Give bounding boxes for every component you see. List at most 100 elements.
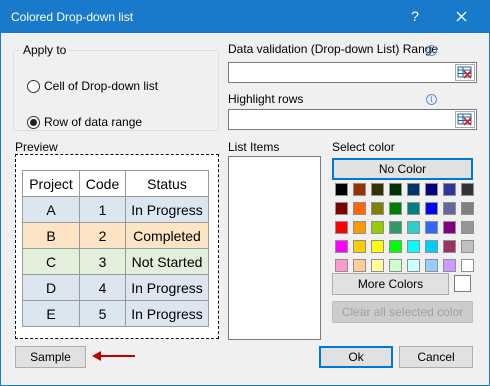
highlight-rows-select-button[interactable] bbox=[455, 111, 475, 128]
radio-cell-label: Cell of Drop-down list bbox=[44, 79, 159, 93]
validation-range-input[interactable] bbox=[228, 62, 477, 83]
color-swatch[interactable] bbox=[461, 202, 474, 215]
title-bar: Colored Drop-down list ? bbox=[1, 1, 489, 33]
color-swatch[interactable] bbox=[335, 240, 348, 253]
highlight-rows-label: Highlight rows bbox=[228, 92, 304, 106]
table-row: E 5 In Progress bbox=[22, 300, 209, 327]
validation-range-label: Data validation (Drop-down List) Range bbox=[228, 42, 439, 56]
color-swatch[interactable] bbox=[407, 240, 420, 253]
color-swatch[interactable] bbox=[371, 202, 384, 215]
color-swatch[interactable] bbox=[461, 240, 474, 253]
table-cell: 2 bbox=[79, 222, 126, 249]
custom-color-swatch[interactable] bbox=[454, 275, 471, 292]
highlight-info-icon[interactable]: i bbox=[426, 94, 437, 105]
radio-row-of-data-range[interactable]: Row of data range bbox=[27, 115, 142, 129]
color-swatch[interactable] bbox=[461, 221, 474, 234]
validation-range-select-button[interactable] bbox=[455, 64, 475, 81]
color-swatch[interactable] bbox=[353, 240, 366, 253]
color-swatch[interactable] bbox=[461, 259, 474, 272]
table-cell: E bbox=[22, 300, 80, 327]
color-swatch[interactable] bbox=[389, 183, 402, 196]
close-icon bbox=[456, 11, 467, 22]
color-swatch[interactable] bbox=[443, 183, 456, 196]
table-cell: D bbox=[22, 274, 80, 301]
color-swatch[interactable] bbox=[371, 221, 384, 234]
color-swatch[interactable] bbox=[443, 240, 456, 253]
help-button[interactable]: ? bbox=[405, 8, 425, 24]
table-cell: In Progress bbox=[125, 300, 209, 327]
table-cell: 4 bbox=[79, 274, 126, 301]
dialog-window: Colored Drop-down list ? Apply to Cell o… bbox=[0, 0, 490, 386]
color-swatch[interactable] bbox=[425, 202, 438, 215]
table-row: A 1 In Progress bbox=[22, 196, 209, 223]
color-swatch[interactable] bbox=[353, 202, 366, 215]
radio-row-indicator[interactable] bbox=[27, 115, 40, 129]
ok-button[interactable]: Ok bbox=[319, 346, 393, 368]
color-swatch[interactable] bbox=[407, 259, 420, 272]
table-cell: C bbox=[22, 248, 80, 275]
color-swatch[interactable] bbox=[425, 221, 438, 234]
preview-panel: Project Code Status A 1 In Progress B 2 … bbox=[15, 154, 219, 339]
color-swatch[interactable] bbox=[353, 221, 366, 234]
color-swatch[interactable] bbox=[371, 240, 384, 253]
color-swatch[interactable] bbox=[443, 202, 456, 215]
color-swatch[interactable] bbox=[353, 183, 366, 196]
preview-label: Preview bbox=[15, 140, 58, 154]
color-swatch[interactable] bbox=[425, 259, 438, 272]
table-row: C 3 Not Started bbox=[22, 248, 209, 275]
range-select-icon bbox=[457, 113, 472, 126]
validation-info-icon[interactable]: i bbox=[426, 45, 437, 56]
radio-row-label: Row of data range bbox=[44, 115, 143, 129]
highlight-rows-input[interactable] bbox=[228, 109, 477, 130]
table-cell: In Progress bbox=[125, 196, 209, 223]
table-cell: 3 bbox=[79, 248, 126, 275]
color-swatch[interactable] bbox=[335, 202, 348, 215]
table-cell: In Progress bbox=[125, 274, 209, 301]
column-header: Status bbox=[125, 170, 209, 197]
color-swatch[interactable] bbox=[407, 202, 420, 215]
color-swatch[interactable] bbox=[389, 259, 402, 272]
color-swatch[interactable] bbox=[425, 240, 438, 253]
clear-all-color-button: Clear all selected color bbox=[332, 301, 473, 323]
color-swatch[interactable] bbox=[335, 259, 348, 272]
color-swatch[interactable] bbox=[389, 240, 402, 253]
color-swatch[interactable] bbox=[407, 183, 420, 196]
no-color-button[interactable]: No Color bbox=[332, 158, 473, 180]
color-swatch[interactable] bbox=[461, 183, 474, 196]
table-cell: Completed bbox=[125, 222, 209, 249]
color-swatch[interactable] bbox=[443, 259, 456, 272]
list-items-label: List Items bbox=[228, 140, 280, 154]
close-button[interactable] bbox=[447, 5, 477, 29]
color-swatch[interactable] bbox=[389, 221, 402, 234]
radio-cell-of-dropdown[interactable]: Cell of Drop-down list bbox=[27, 79, 158, 93]
table-cell: 5 bbox=[79, 300, 126, 327]
column-header: Code bbox=[79, 170, 126, 197]
color-swatch[interactable] bbox=[371, 183, 384, 196]
table-cell: 1 bbox=[79, 196, 126, 223]
table-row: B 2 Completed bbox=[22, 222, 209, 249]
color-swatch[interactable] bbox=[443, 221, 456, 234]
radio-cell-indicator[interactable] bbox=[27, 79, 40, 93]
select-color-label: Select color bbox=[332, 140, 395, 154]
color-swatch[interactable] bbox=[407, 221, 420, 234]
cancel-button[interactable]: Cancel bbox=[399, 346, 473, 368]
arrow-left-icon bbox=[92, 351, 135, 361]
table-cell: B bbox=[22, 222, 80, 249]
table-cell: A bbox=[22, 196, 80, 223]
table-cell: Not Started bbox=[125, 248, 209, 275]
apply-to-legend: Apply to bbox=[23, 43, 67, 57]
color-swatch[interactable] bbox=[353, 259, 366, 272]
more-colors-button[interactable]: More Colors bbox=[332, 273, 449, 295]
apply-to-group: Apply to Cell of Drop-down list Row of d… bbox=[13, 43, 219, 131]
color-swatch[interactable] bbox=[335, 183, 348, 196]
sample-button[interactable]: Sample bbox=[15, 346, 86, 368]
preview-header-row: Project Code Status bbox=[22, 170, 209, 197]
column-header: Project bbox=[22, 170, 80, 197]
color-swatch[interactable] bbox=[389, 202, 402, 215]
color-swatch[interactable] bbox=[371, 259, 384, 272]
color-swatch[interactable] bbox=[335, 221, 348, 234]
range-select-icon bbox=[457, 66, 472, 79]
window-title: Colored Drop-down list bbox=[11, 10, 134, 24]
list-items-box[interactable] bbox=[228, 156, 321, 340]
color-swatch[interactable] bbox=[425, 183, 438, 196]
